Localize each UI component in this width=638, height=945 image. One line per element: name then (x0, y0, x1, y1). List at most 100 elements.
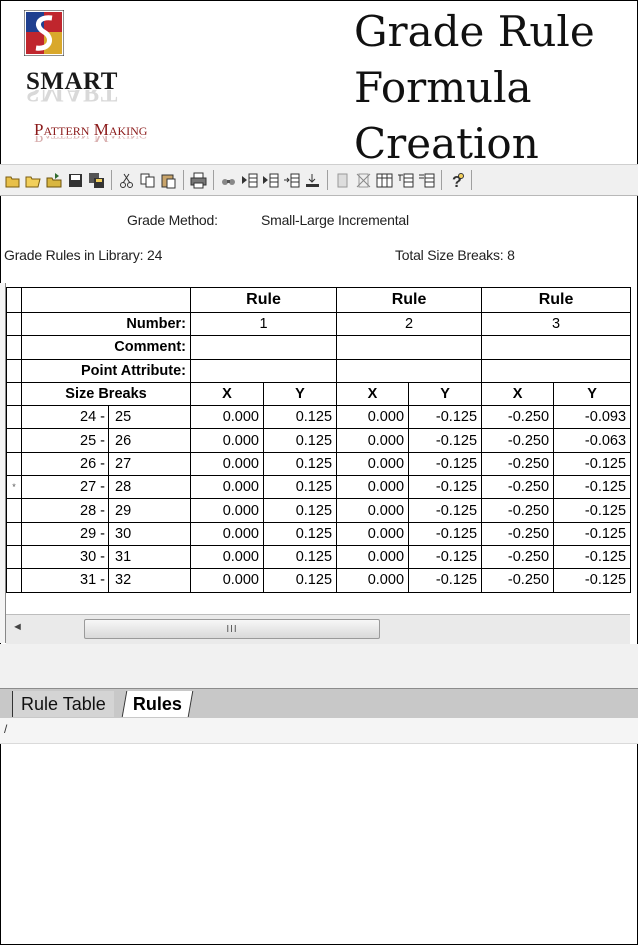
x-value-cell[interactable]: -0.250 (481, 475, 555, 500)
move-down-icon[interactable] (303, 171, 322, 190)
rule-number-cell[interactable]: 1 (189, 311, 338, 337)
y-value-cell[interactable]: -0.125 (408, 498, 483, 523)
cut-icon[interactable] (117, 171, 136, 190)
delete-icon[interactable] (354, 171, 373, 190)
export-icon[interactable] (417, 171, 436, 190)
row-selector[interactable] (6, 451, 22, 477)
row-selector[interactable] (6, 381, 22, 407)
point-attribute-cell[interactable] (189, 358, 338, 383)
x-value-cell[interactable]: -0.250 (481, 544, 555, 570)
x-value-cell[interactable]: 0.000 (190, 451, 264, 477)
x-value-cell[interactable]: 0.000 (336, 544, 410, 570)
rule-number-cell[interactable]: 3 (481, 311, 632, 337)
find-icon[interactable] (219, 171, 238, 190)
y-value-cell[interactable]: 0.125 (262, 521, 338, 546)
row-selector[interactable] (6, 568, 22, 593)
insert-after-icon[interactable] (261, 171, 280, 190)
append-icon[interactable] (282, 171, 301, 190)
options-icon[interactable] (396, 171, 415, 190)
x-value-cell[interactable]: -0.250 (481, 451, 555, 477)
scrollbar-thumb[interactable]: III (84, 619, 380, 639)
comment-cell[interactable] (189, 335, 338, 360)
y-value-cell[interactable]: -0.063 (553, 428, 632, 453)
row-selector[interactable] (6, 311, 22, 337)
y-value-cell[interactable]: 0.125 (262, 475, 338, 500)
x-value-cell[interactable]: 0.000 (336, 568, 410, 593)
row-selector[interactable] (6, 287, 22, 313)
row-selector[interactable] (6, 428, 22, 453)
comment-cell[interactable] (336, 335, 483, 360)
x-value-cell[interactable]: 0.000 (336, 428, 410, 453)
new-rule-icon[interactable] (3, 171, 22, 190)
x-value-cell[interactable]: 0.000 (190, 405, 264, 430)
y-value-cell[interactable]: -0.125 (408, 521, 483, 546)
y-value-cell[interactable]: 0.125 (262, 498, 338, 523)
save-icon[interactable] (66, 171, 85, 190)
x-value-cell[interactable]: 0.000 (190, 544, 264, 570)
rule-header-1[interactable]: Rule (189, 287, 338, 313)
print-icon[interactable] (189, 171, 208, 190)
paste-icon[interactable] (159, 171, 178, 190)
row-selector[interactable] (6, 335, 22, 360)
row-selector[interactable] (6, 358, 22, 383)
x-value-cell[interactable]: 0.000 (336, 498, 410, 523)
row-selector[interactable] (6, 521, 22, 546)
x-value-cell[interactable]: 0.000 (190, 568, 264, 593)
x-value-cell[interactable]: -0.250 (481, 498, 555, 523)
y-value-cell[interactable]: -0.125 (408, 451, 483, 477)
save-all-icon[interactable] (87, 171, 106, 190)
y-value-cell[interactable]: 0.125 (262, 451, 338, 477)
x-value-cell[interactable]: -0.250 (481, 521, 555, 546)
size-break-row: 28 -29 0.000 0.125 0.000 -0.125 -0.250 -0.125 (6, 498, 632, 523)
x-value-cell[interactable]: 0.000 (336, 405, 410, 430)
x-value-cell[interactable]: 0.000 (190, 498, 264, 523)
y-value-cell[interactable]: 0.125 (262, 544, 338, 570)
point-attribute-cell[interactable] (336, 358, 483, 383)
y-value-cell[interactable]: 0.125 (262, 428, 338, 453)
y-value-cell[interactable]: -0.125 (408, 568, 483, 593)
row-selector[interactable] (6, 405, 22, 430)
x-value-cell[interactable]: 0.000 (336, 451, 410, 477)
y-value-cell[interactable]: -0.125 (553, 521, 632, 546)
scroll-left-arrow-icon[interactable]: ◄ (12, 621, 23, 633)
y-value-cell[interactable]: -0.125 (553, 568, 632, 593)
row-selector[interactable]: * (6, 475, 22, 500)
y-value-cell[interactable]: -0.125 (553, 544, 632, 570)
tab-rule-table[interactable]: Rule Table (12, 691, 114, 717)
x-value-cell[interactable]: 0.000 (190, 475, 264, 500)
y-value-cell[interactable]: -0.125 (553, 475, 632, 500)
point-attribute-cell[interactable] (481, 358, 632, 383)
x-value-cell[interactable]: 0.000 (336, 475, 410, 500)
x-value-cell[interactable]: 0.000 (336, 521, 410, 546)
properties-icon[interactable] (375, 171, 394, 190)
y-value-cell[interactable]: 0.125 (262, 568, 338, 593)
row-selector[interactable] (6, 498, 22, 523)
y-value-cell[interactable]: -0.125 (553, 451, 632, 477)
comment-cell[interactable] (481, 335, 632, 360)
y-value-cell[interactable]: -0.125 (408, 544, 483, 570)
rule-header-2[interactable]: Rule (336, 287, 483, 313)
x-value-cell[interactable]: -0.250 (481, 428, 555, 453)
x-value-cell[interactable]: -0.250 (481, 405, 555, 430)
y-value-cell[interactable]: -0.125 (408, 428, 483, 453)
y-value-cell[interactable]: 0.125 (262, 405, 338, 430)
y-value-cell[interactable]: -0.125 (408, 405, 483, 430)
open-library-icon[interactable] (45, 171, 64, 190)
insert-before-icon[interactable] (240, 171, 259, 190)
y-value-cell[interactable]: -0.125 (408, 475, 483, 500)
row-selector[interactable] (6, 544, 22, 570)
help-icon[interactable]: ? (447, 171, 466, 190)
y-value-cell[interactable]: -0.093 (553, 405, 632, 430)
rule-header-3[interactable]: Rule (481, 287, 632, 313)
x-value-cell[interactable]: 0.000 (190, 521, 264, 546)
blank-icon[interactable] (333, 171, 352, 190)
copy-icon[interactable] (138, 171, 157, 190)
horizontal-scrollbar[interactable]: ◄ III (6, 614, 630, 644)
rule-number-cell[interactable]: 2 (336, 311, 483, 337)
x-value-cell[interactable]: -0.250 (481, 568, 555, 593)
toolbar-separator (183, 170, 184, 190)
tab-rules[interactable]: Rules (121, 691, 194, 717)
y-value-cell[interactable]: -0.125 (553, 498, 632, 523)
open-icon[interactable] (24, 171, 43, 190)
x-value-cell[interactable]: 0.000 (190, 428, 264, 453)
